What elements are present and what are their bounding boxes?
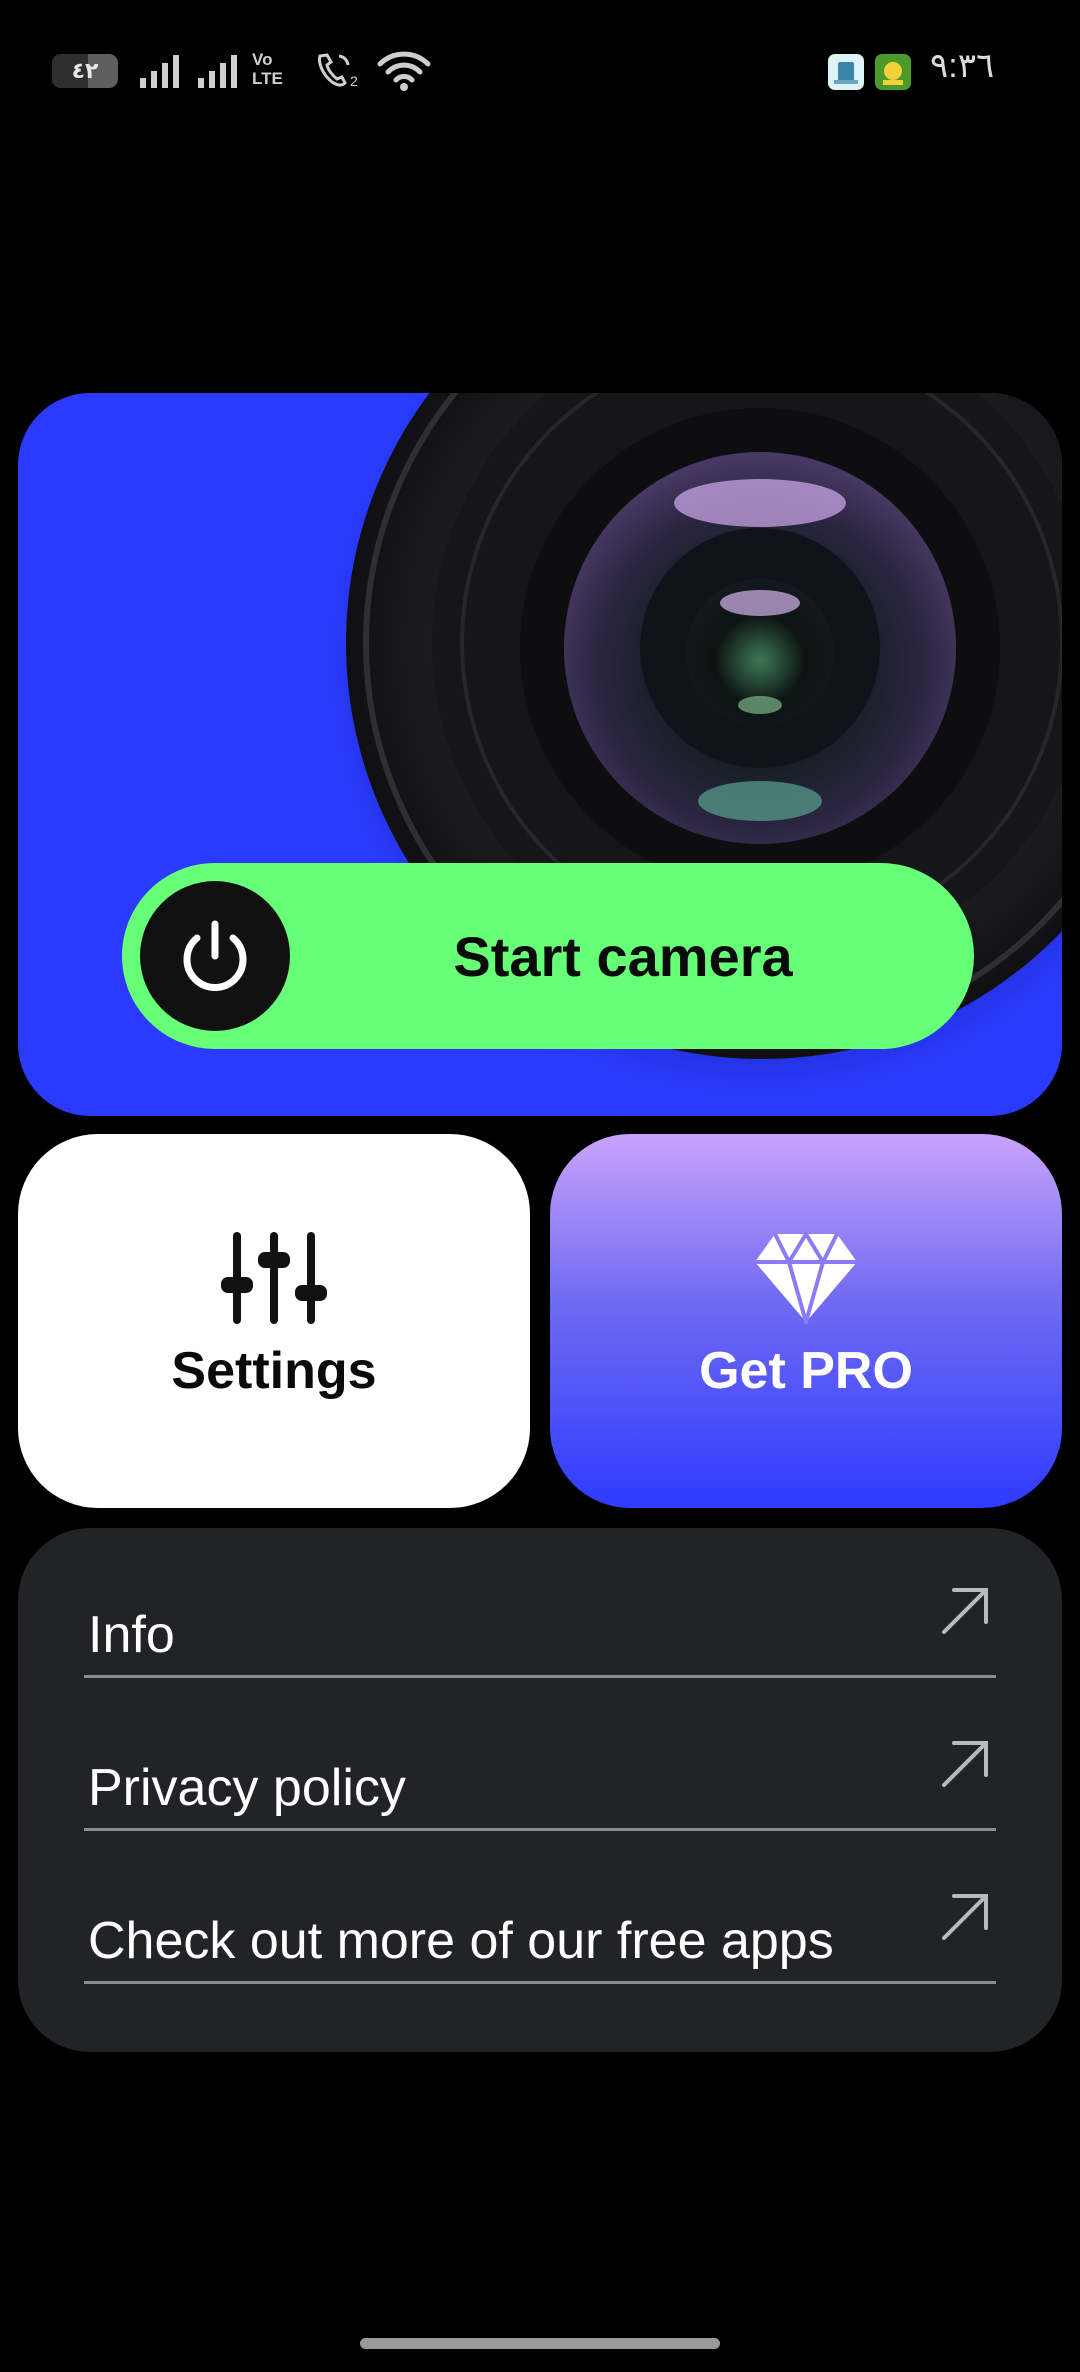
info-link-label: Info (88, 1606, 175, 1664)
links-card: Info Privacy policy Check out more of ou… (18, 1528, 1062, 2052)
status-bar: ٤٢ Vo LTE 2 ٩:٣٦ (0, 0, 1080, 140)
battery-level: ٤٢ (71, 58, 99, 83)
diamond-icon (755, 1232, 857, 1324)
settings-label: Settings (171, 1342, 377, 1400)
arrow-up-right-icon (942, 1894, 988, 1940)
more-apps-link[interactable]: Check out more of our free apps (84, 1884, 996, 1984)
privacy-policy-link-label: Privacy policy (88, 1759, 406, 1817)
sliders-icon (221, 1232, 327, 1324)
info-link[interactable]: Info (84, 1578, 996, 1678)
signal-icon-2 (198, 55, 237, 88)
start-camera-button[interactable]: Start camera (122, 863, 974, 1049)
power-icon (183, 920, 247, 991)
notification-app-icon-2 (875, 54, 911, 90)
arrow-up-right-icon (942, 1741, 988, 1787)
notification-app-icon (828, 54, 864, 90)
status-clock: ٩:٣٦ (930, 47, 995, 85)
svg-text:2: 2 (350, 73, 358, 89)
more-apps-link-label: Check out more of our free apps (88, 1912, 834, 1970)
signal-icon (140, 55, 179, 88)
volte-icon: Vo LTE (252, 50, 283, 88)
arrow-up-right-icon (942, 1588, 988, 1634)
wifi-icon (377, 51, 431, 91)
power-button-circle[interactable] (140, 881, 290, 1031)
home-indicator[interactable] (360, 2338, 720, 2349)
get-pro-label: Get PRO (699, 1342, 913, 1400)
get-pro-button[interactable]: Get PRO (550, 1134, 1062, 1508)
battery-icon: ٤٢ (52, 54, 118, 88)
start-camera-label: Start camera (453, 924, 793, 988)
camera-hero-card: Start camera (18, 393, 1062, 1116)
settings-button[interactable]: Settings (18, 1134, 530, 1508)
wifi-calling-icon: 2 (318, 53, 358, 89)
privacy-policy-link[interactable]: Privacy policy (84, 1731, 996, 1831)
